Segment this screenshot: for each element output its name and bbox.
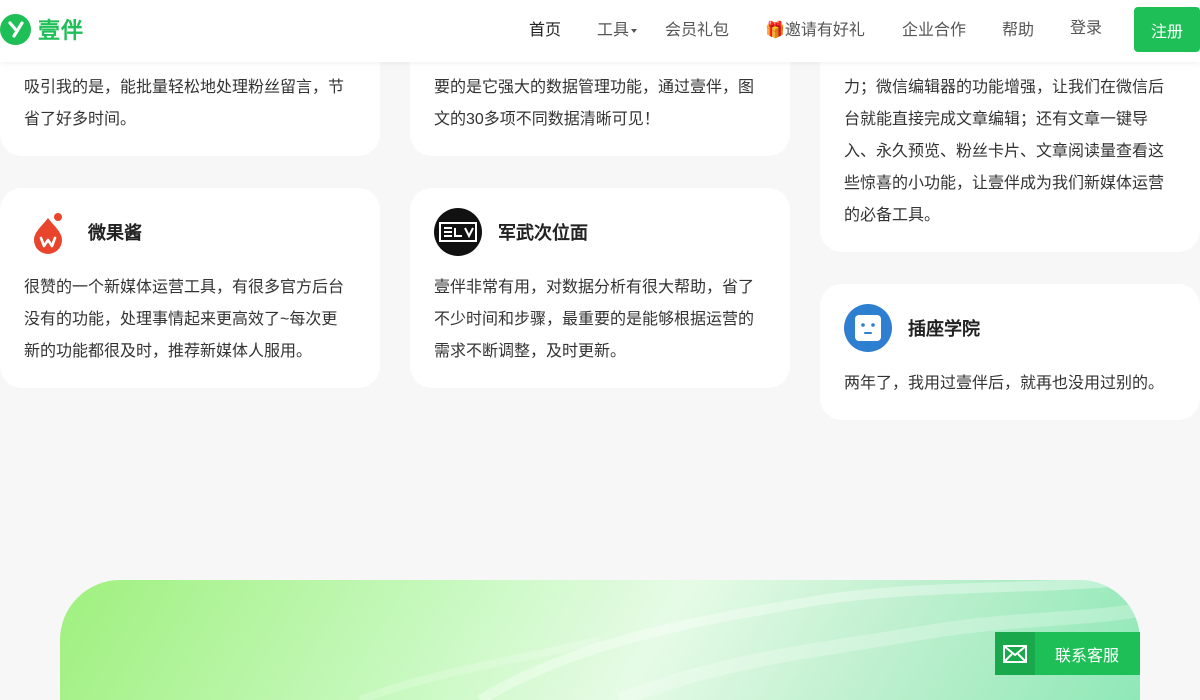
contact-service-button[interactable]: 联系客服 — [995, 632, 1140, 675]
testimonial-line: 文的30多项不同数据清晰可见！ — [434, 111, 660, 128]
testimonial-line: 需求不断调整，及时更新。 — [434, 343, 627, 360]
chazuo-avatar-icon — [844, 304, 892, 352]
testimonial-line: 台就能直接完成文章编辑；还有文章一键导 — [844, 111, 1149, 128]
testimonial-line: 两年了，我用过壹伴后，就再也没用过别的。 — [844, 375, 1165, 392]
weiguojiang-avatar-icon — [24, 208, 72, 256]
chevron-down-icon — [631, 28, 638, 33]
testimonial-line: 很赞的一个新媒体运营工具，有很多官方后台 — [24, 279, 345, 296]
register-button[interactable]: 注册 — [1134, 7, 1200, 52]
testimonial-line: 壹伴非常有用，对数据分析有很大帮助，省了 — [434, 279, 755, 296]
nav-home[interactable]: 首页 — [529, 20, 561, 42]
testimonial-line: 吸引我的是，能批量轻松地处理粉丝留言，节 — [24, 79, 345, 96]
testimonial-line: 入、永久预览、粉丝卡片、文章阅读量查看这 — [844, 143, 1165, 160]
testimonial-card: 军武次位面 壹伴非常有用，对数据分析有很大帮助，省了 不少时间和步骤，最重要的是… — [410, 188, 790, 388]
testimonial-card: 微果酱 很赞的一个新媒体运营工具，有很多官方后台 没有的功能，处理事情起来更高效… — [0, 188, 380, 388]
testimonial-line: 力；微信编辑器的功能增强，让我们在微信后 — [844, 79, 1165, 96]
yiban-logo-icon — [0, 13, 31, 45]
testimonial-author: 微果酱 — [88, 223, 142, 243]
top-header: 壹伴 首页 工具 会员礼包 🎁邀请有好礼 企业合作 帮助 登录 注册 — [0, 0, 1200, 62]
nav-tools-label: 工具 — [597, 22, 630, 39]
nav-tools[interactable]: 工具 — [597, 20, 638, 42]
testimonial-line: 的必备工具。 — [844, 207, 941, 224]
brand-name: 壹伴 — [38, 18, 85, 43]
login-link[interactable]: 登录 — [1070, 18, 1102, 40]
testimonial-line: 些惊喜的小功能，让壹伴成为我们新媒体运营 — [844, 175, 1165, 192]
mail-icon — [995, 632, 1035, 675]
nav-membership[interactable]: 会员礼包 — [665, 20, 729, 42]
testimonial-line: 要的是它强大的数据管理功能，通过壹伴，图 — [434, 79, 755, 96]
nav-invite[interactable]: 🎁邀请有好礼 — [765, 20, 865, 42]
promo-banner — [60, 580, 1140, 700]
junwu-avatar-icon — [434, 208, 482, 256]
testimonial-author: 插座学院 — [908, 319, 980, 339]
nav-enterprise[interactable]: 企业合作 — [902, 20, 966, 42]
testimonial-card: 插座学院 两年了，我用过壹伴后，就再也没用过别的。 — [820, 284, 1200, 420]
nav-help[interactable]: 帮助 — [1002, 20, 1034, 42]
brand-logo[interactable]: 壹伴 — [0, 12, 84, 46]
testimonial-line: 新的功能都很及时，推荐新媒体人服用。 — [24, 343, 313, 360]
testimonial-line: 没有的功能，处理事情起来更高效了~每次更 — [24, 311, 338, 328]
testimonial-line: 省了好多时间。 — [24, 111, 137, 128]
testimonial-author: 军武次位面 — [498, 223, 588, 243]
contact-service-label: 联系客服 — [1055, 647, 1120, 665]
banner-decoration — [358, 580, 1140, 700]
testimonial-line: 不少时间和步骤，最重要的是能够根据运营的 — [434, 311, 755, 328]
